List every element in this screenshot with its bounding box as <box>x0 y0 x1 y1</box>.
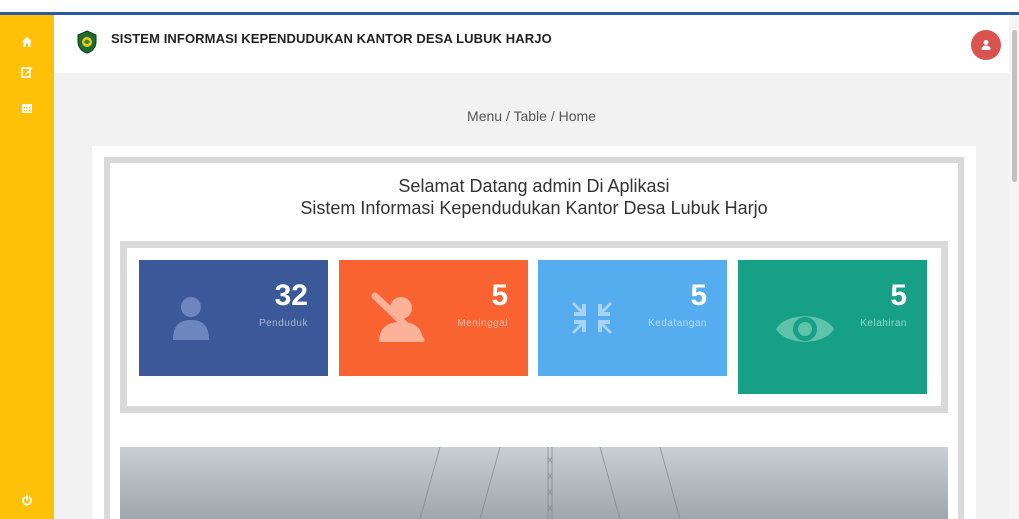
stat-card-penduduk[interactable]: 32 Penduduk <box>139 260 328 376</box>
welcome-line-2: Sistem Informasi Kependudukan Kantor Des… <box>300 198 768 218</box>
compress-icon <box>570 296 614 345</box>
sidebar <box>0 15 54 519</box>
stat-label: Meninggal <box>457 318 508 329</box>
breadcrumb: Menu / Table / Home <box>467 108 596 124</box>
app-title: SISTEM INFORMASI KEPENDUDUKAN KANTOR DES… <box>111 31 552 46</box>
top-navbar: SISTEM INFORMASI KEPENDUDUKAN KANTOR DES… <box>54 15 1019 73</box>
stat-value: 5 <box>690 279 707 312</box>
user-avatar-button[interactable] <box>971 30 1001 60</box>
banner-image <box>120 447 948 519</box>
welcome-heading: Selamat Datang admin Di Aplikasi Sistem … <box>98 175 970 219</box>
welcome-line-1: Selamat Datang admin Di Aplikasi <box>398 176 670 196</box>
stat-label: Kelahiran <box>860 318 907 329</box>
stat-card-meninggal[interactable]: 5 Meninggal <box>339 260 528 376</box>
power-icon[interactable] <box>18 491 36 509</box>
home-icon[interactable] <box>18 33 36 51</box>
scrollbar-thumb[interactable] <box>1012 30 1017 182</box>
user-slash-icon <box>371 292 427 347</box>
edit-icon[interactable] <box>18 63 36 81</box>
stat-label: Kedatangan <box>648 318 707 329</box>
stat-value: 32 <box>274 279 308 312</box>
user-icon <box>171 296 211 345</box>
village-logo <box>76 30 98 54</box>
calendar-icon[interactable] <box>18 99 36 117</box>
stat-card-kedatangan[interactable]: 5 Kedatangan <box>538 260 727 376</box>
stat-value: 5 <box>491 279 508 312</box>
stat-card-kelahiran[interactable]: 5 Kelahiran <box>738 260 927 394</box>
eye-icon <box>774 308 836 355</box>
user-icon <box>981 40 991 50</box>
stat-label: Penduduk <box>258 318 308 329</box>
stat-value: 5 <box>890 279 907 312</box>
